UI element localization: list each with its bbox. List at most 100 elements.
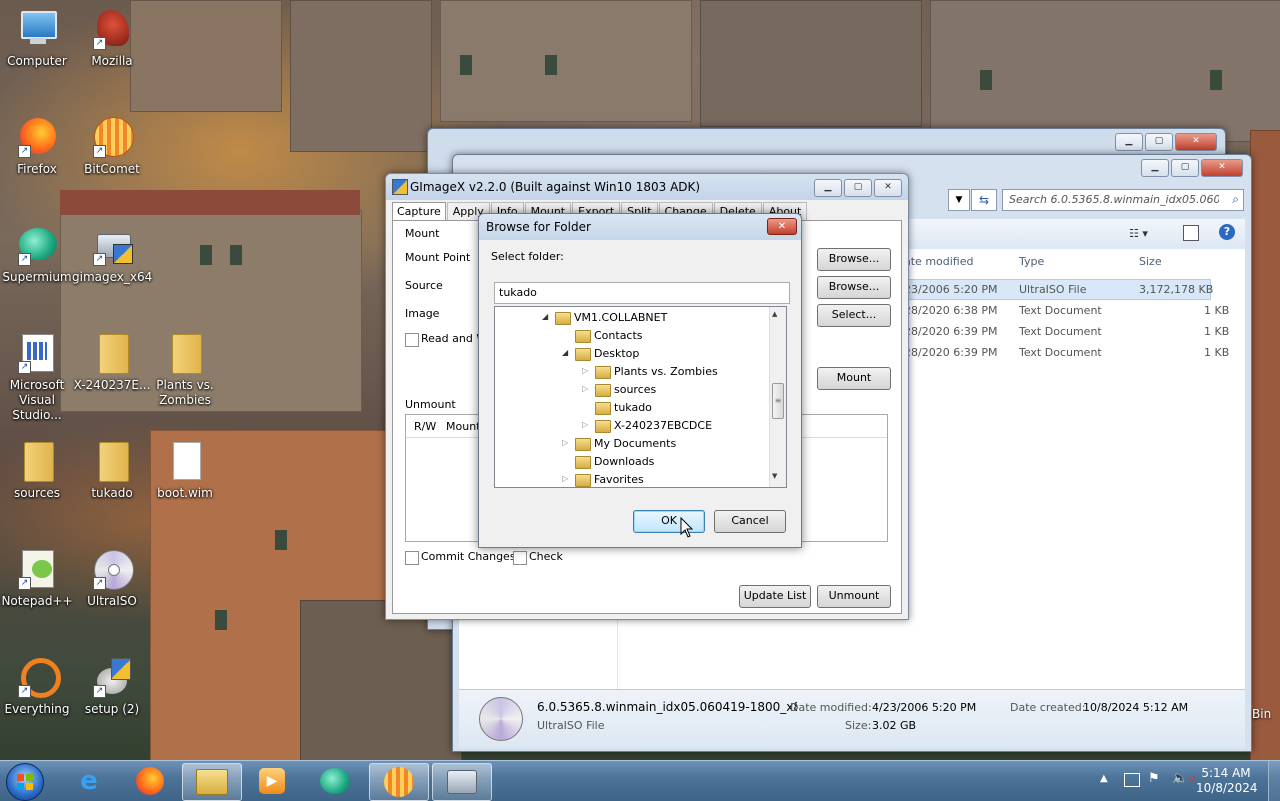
start-button[interactable] — [6, 763, 44, 801]
scroll-up-icon[interactable]: ▲ — [772, 310, 777, 318]
close-icon[interactable]: ✕ — [767, 218, 797, 235]
read-write-checkbox[interactable] — [405, 333, 419, 347]
browse-mount-point-button[interactable]: Browse... — [817, 248, 891, 271]
desktop-icon-firefox[interactable]: ↗ Firefox — [0, 116, 77, 177]
search-input[interactable]: Search 6.0.5365.8.winmain_idx05.0604... — [1009, 193, 1219, 206]
tree-item[interactable]: ◢ VM1.COLLABNET — [495, 309, 765, 327]
select-image-button[interactable]: Select... — [817, 304, 891, 327]
action-center-flag-icon[interactable]: ⚑ — [1148, 771, 1160, 786]
taskbar-explorer[interactable] — [182, 763, 242, 801]
check-checkbox[interactable] — [513, 551, 527, 565]
mount-button[interactable]: Mount — [817, 367, 891, 390]
show-desktop-button[interactable] — [1268, 761, 1280, 801]
commit-changes-checkbox[interactable] — [405, 551, 419, 565]
shortcut-arrow-icon: ↗ — [93, 145, 106, 158]
update-list-button[interactable]: Update List — [739, 585, 811, 608]
setup-icon: ↗ — [91, 656, 133, 698]
tree-item[interactable]: ▷ Favorites — [495, 471, 765, 487]
minimize-button[interactable]: ▁ — [1141, 159, 1169, 177]
column-header-rw[interactable]: R/W — [414, 420, 436, 433]
desktop-icon-notepad-plus-plus[interactable]: ↗ Notepad++ — [0, 548, 77, 609]
minimize-button[interactable]: ▁ — [1115, 133, 1143, 151]
taskbar-supermium[interactable] — [306, 763, 364, 799]
desktop-icon-x-240237e[interactable]: X-240237E... — [72, 332, 152, 393]
tree-collapsed-icon[interactable]: ▷ — [562, 438, 568, 447]
refresh-icon[interactable]: ⇆ — [971, 189, 997, 211]
desktop-icon-sources[interactable]: sources — [0, 440, 77, 501]
desktop-icon-label: tukado — [91, 486, 133, 500]
shortcut-arrow-icon: ↗ — [93, 577, 106, 590]
network-icon[interactable] — [1124, 773, 1140, 787]
minimize-button[interactable]: ▁ — [814, 179, 842, 197]
maximize-button[interactable]: ▢ — [1145, 133, 1173, 151]
desktop-icon-bitcomet[interactable]: ↗ BitComet — [72, 116, 152, 177]
browse-folder-dialog[interactable]: Browse for Folder ✕ Select folder: tukad… — [478, 213, 802, 548]
desktop-icon-ultraiso[interactable]: ↗ UltraISO — [72, 548, 152, 609]
maximize-button[interactable]: ▢ — [1171, 159, 1199, 177]
view-options-icon[interactable]: ☷ ▾ — [1129, 227, 1148, 240]
supermium-icon: ↗ — [16, 224, 58, 266]
desktop-icon-everything[interactable]: ↗ Everything — [0, 656, 77, 717]
tree-item[interactable]: ▷ sources — [495, 381, 765, 399]
taskbar-bitcomet[interactable] — [369, 763, 429, 801]
taskbar-gimagex[interactable] — [432, 763, 492, 801]
gimagex-icon — [447, 770, 477, 794]
desktop-icon-gimagex[interactable]: ↗ gimagex_x64 — [72, 224, 152, 285]
tree-item[interactable]: ▷ Plants vs. Zombies — [495, 363, 765, 381]
clock[interactable]: 5:14 AM 10/8/2024 — [1196, 766, 1258, 796]
close-button[interactable]: ✕ — [1175, 133, 1217, 151]
tree-item[interactable]: ◢ Desktop — [495, 345, 765, 363]
desktop-icon-supermium[interactable]: ↗ Supermium — [0, 224, 77, 285]
scroll-down-icon[interactable]: ▼ — [772, 472, 777, 480]
close-button[interactable]: ✕ — [874, 179, 902, 197]
scroll-thumb[interactable]: ≡ — [772, 383, 784, 419]
taskbar-media-player[interactable]: ▶ — [243, 763, 301, 799]
taskbar-internet-explorer[interactable]: e — [60, 763, 118, 799]
tree-scrollbar[interactable]: ▲ ≡ ▼ — [769, 307, 786, 487]
check-label: Check — [529, 550, 563, 563]
tree-item[interactable]: Contacts — [495, 327, 765, 345]
column-header-type[interactable]: Type — [1019, 255, 1044, 268]
tree-collapsed-icon[interactable]: ▷ — [582, 366, 588, 375]
tree-item[interactable]: ▷ My Documents — [495, 435, 765, 453]
folder-name-input[interactable]: tukado — [494, 282, 790, 304]
help-icon[interactable]: ? — [1219, 224, 1235, 240]
browse-source-button[interactable]: Browse... — [817, 276, 891, 299]
volume-muted-icon[interactable]: 🔈✕ — [1172, 771, 1196, 786]
tree-collapsed-icon[interactable]: ▷ — [582, 420, 588, 429]
gimagex-titlebar[interactable]: GImageX v2.2.0 (Built against Win10 1803… — [386, 174, 908, 200]
column-header-date-modified[interactable]: ate modified — [904, 255, 973, 268]
tab-capture[interactable]: Capture — [392, 202, 446, 220]
desktop-icon-plants-vs-zombies[interactable]: Plants vs. Zombies — [145, 332, 225, 408]
column-header-mount[interactable]: Mount — [446, 420, 480, 433]
wallpaper-window — [200, 245, 212, 265]
tree-item[interactable]: ▷ X-240237EBCDCE — [495, 417, 765, 435]
tree-collapsed-icon[interactable]: ▷ — [562, 474, 568, 483]
tree-item[interactable]: tukado — [495, 399, 765, 417]
desktop-icon-setup-2[interactable]: ↗ setup (2) — [72, 656, 152, 717]
tree-item[interactable]: Downloads — [495, 453, 765, 471]
search-box[interactable]: Search 6.0.5365.8.winmain_idx05.0604... … — [1002, 189, 1244, 211]
column-header-size[interactable]: Size — [1139, 255, 1162, 268]
internet-explorer-icon: e — [80, 766, 98, 796]
tree-expanded-icon[interactable]: ◢ — [562, 348, 568, 357]
tree-collapsed-icon[interactable]: ▷ — [582, 384, 588, 393]
desktop-icon-computer[interactable]: Computer — [0, 8, 77, 69]
desktop-icon-label: Microsoft Visual Studio... — [9, 378, 65, 422]
unmount-button[interactable]: Unmount — [817, 585, 891, 608]
wallpaper-window — [230, 245, 242, 265]
address-dropdown-button[interactable]: ▼ — [948, 189, 970, 211]
preview-pane-icon[interactable] — [1183, 225, 1199, 241]
maximize-button[interactable]: ▢ — [844, 179, 872, 197]
desktop-icon-tukado[interactable]: tukado — [72, 440, 152, 501]
show-hidden-icons-button[interactable]: ▲ — [1100, 773, 1108, 784]
desktop-icon-mozilla[interactable]: ↗ Mozilla — [72, 8, 152, 69]
close-button[interactable]: ✕ — [1201, 159, 1243, 177]
cancel-button[interactable]: Cancel — [714, 510, 786, 533]
desktop-icon-visual-studio[interactable]: ↗ Microsoft Visual Studio... — [0, 332, 77, 423]
tree-expanded-icon[interactable]: ◢ — [542, 312, 548, 321]
desktop-icon-boot-wim[interactable]: boot.wim — [145, 440, 225, 501]
dialog-titlebar[interactable]: Browse for Folder ✕ — [479, 214, 801, 240]
taskbar-firefox[interactable] — [121, 763, 179, 799]
folder-tree[interactable]: ◢ VM1.COLLABNET Contacts ◢ Desktop ▷ Plants vs… — [494, 306, 787, 488]
